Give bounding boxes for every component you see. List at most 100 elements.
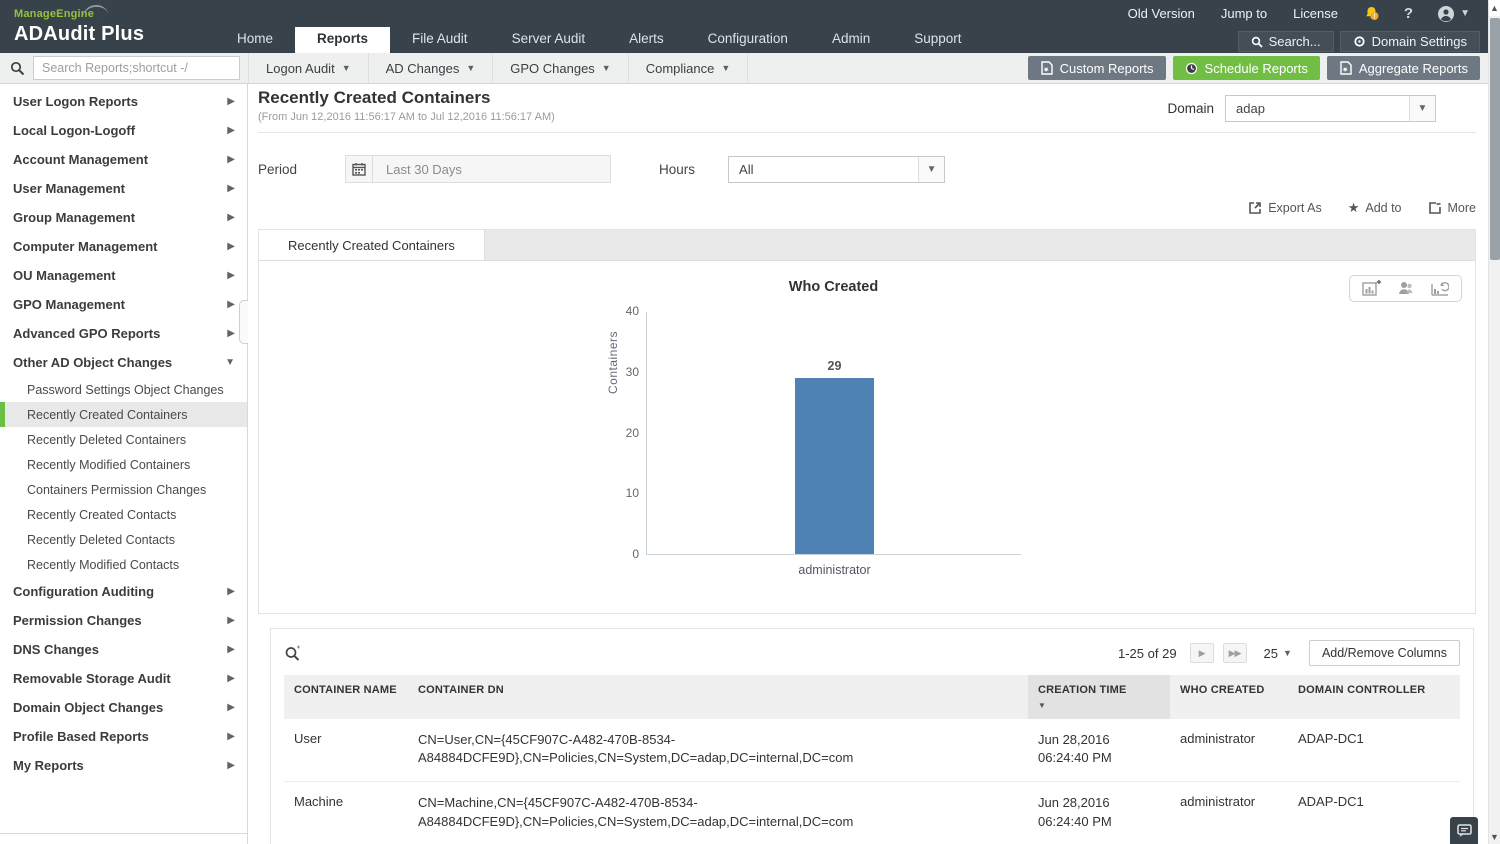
domain-settings-button[interactable]: Domain Settings (1339, 31, 1480, 52)
schedule-reports-button[interactable]: Schedule Reports (1172, 56, 1320, 80)
report-search-area (0, 56, 248, 80)
results-table: CONTAINER NAME CONTAINER DN CREATION TIME ▼… (284, 675, 1460, 844)
sidebar-item-label: User Logon Reports (13, 94, 138, 109)
menu-label: Compliance (645, 60, 715, 76)
sidebar-item-dns-changes[interactable]: DNS Changes ▶ (0, 635, 247, 664)
sidebar-item-profile-based-reports[interactable]: Profile Based Reports ▶ (0, 722, 247, 751)
chevron-right-icon: ▶ (227, 96, 235, 107)
chevron-right-icon: ▶ (227, 615, 235, 626)
sidebar-item-ou-management[interactable]: OU Management ▶ (0, 261, 247, 290)
table-row: User CN=User,CN={45CF907C-A482-470B-8534-… (284, 719, 1460, 783)
add-remove-columns-button[interactable]: Add/Remove Columns (1308, 640, 1460, 666)
top-link-jump-to[interactable]: Jump to (1208, 6, 1280, 21)
chevron-right-icon: ▶ (227, 673, 235, 684)
nav-tab-server-audit[interactable]: Server Audit (490, 27, 608, 53)
domain-selector-group: Domain adap ▼ (1167, 95, 1436, 122)
nav-tab-support[interactable]: Support (892, 27, 983, 53)
refresh-chart-icon[interactable] (1431, 280, 1449, 297)
top-links: Old Version Jump to License (1115, 6, 1351, 21)
sidebar-item-containers-permission-changes[interactable]: Containers Permission Changes (0, 477, 247, 502)
hours-select[interactable]: All ▼ (728, 155, 946, 183)
menu-gpo-changes[interactable]: GPO Changes ▼ (493, 53, 629, 83)
sidebar-item-gpo-management[interactable]: GPO Management ▶ (0, 290, 247, 319)
sidebar-item-label: Local Logon-Logoff (13, 123, 136, 138)
sidebar-item-recently-modified-containers[interactable]: Recently Modified Containers (0, 452, 247, 477)
notifications-bell-icon[interactable]: ! (1351, 5, 1392, 22)
sidebar-item-domain-object-changes[interactable]: Domain Object Changes ▶ (0, 693, 247, 722)
aggregate-reports-button[interactable]: Aggregate Reports (1326, 56, 1480, 80)
nav-tab-admin[interactable]: Admin (810, 27, 892, 53)
menu-label: AD Changes (385, 60, 460, 76)
chevron-right-icon: ▶ (227, 270, 235, 281)
more-button[interactable]: More (1428, 201, 1476, 215)
chart-plot-area: 0 10 20 30 40 29 administrator (626, 304, 1021, 577)
sidebar-item-permission-changes[interactable]: Permission Changes ▶ (0, 606, 247, 635)
gear-icon (1354, 36, 1365, 47)
tab-recently-created-containers[interactable]: Recently Created Containers (259, 230, 485, 260)
sidebar-item-configuration-auditing[interactable]: Configuration Auditing ▶ (0, 577, 247, 606)
period-field[interactable]: Last 30 Days (345, 155, 612, 183)
sort-descending-icon: ▼ (1038, 701, 1047, 710)
help-icon[interactable]: ? (1392, 5, 1425, 22)
bar-administrator[interactable] (795, 378, 874, 554)
sidebar-item-label: Recently Created Contacts (27, 507, 177, 522)
report-search-input[interactable] (33, 56, 240, 80)
sidebar-item-computer-management[interactable]: Computer Management ▶ (0, 232, 247, 261)
chevron-down-icon: ▼ (918, 156, 945, 182)
table-search-icon[interactable] (284, 645, 301, 662)
top-link-license[interactable]: License (1280, 6, 1351, 21)
sidebar-item-account-management[interactable]: Account Management ▶ (0, 145, 247, 174)
chevron-right-icon: ▶ (227, 644, 235, 655)
sidebar-item-recently-created-containers[interactable]: Recently Created Containers (0, 402, 247, 427)
summary-by-user-icon[interactable] (1397, 280, 1415, 297)
menu-compliance[interactable]: Compliance ▼ (629, 53, 749, 83)
sidebar-item-recently-deleted-contacts[interactable]: Recently Deleted Contacts (0, 527, 247, 552)
page-scrollbar[interactable]: ▲ ▼ (1488, 0, 1500, 844)
domain-select[interactable]: adap ▼ (1225, 95, 1436, 122)
feedback-chat-button[interactable] (1450, 817, 1478, 844)
sidebar-item-other-ad-object-changes[interactable]: Other AD Object Changes ▼ (0, 348, 247, 377)
custom-reports-button[interactable]: Custom Reports (1027, 56, 1166, 80)
menu-logon-audit[interactable]: Logon Audit ▼ (248, 53, 369, 83)
sidebar-item-user-management[interactable]: User Management ▶ (0, 174, 247, 203)
sidebar-item-user-logon-reports[interactable]: User Logon Reports ▶ (0, 87, 247, 116)
sidebar-item-advanced-gpo-reports[interactable]: Advanced GPO Reports ▶ (0, 319, 247, 348)
chart-type-icon[interactable] (1362, 280, 1381, 297)
export-as-button[interactable]: Export As (1248, 201, 1322, 215)
scroll-up-arrow[interactable]: ▲ (1489, 0, 1500, 16)
add-to-button[interactable]: ★ Add to (1348, 200, 1402, 216)
sidebar-item-local-logon-logoff[interactable]: Local Logon-Logoff ▶ (0, 116, 247, 145)
cell-dn: CN=Machine,CN={45CF907C-A482-470B-8534-A… (408, 781, 1028, 844)
sidebar-item-label: Containers Permission Changes (27, 482, 207, 497)
sidebar-item-recently-created-contacts[interactable]: Recently Created Contacts (0, 502, 247, 527)
sidebar-item-label: Configuration Auditing (13, 584, 155, 599)
chevron-down-icon: ▼ (601, 63, 611, 73)
page-size-select[interactable]: 25 ▼ (1264, 646, 1292, 661)
last-page-button[interactable]: ▶▶ (1222, 643, 1247, 663)
nav-tab-file-audit[interactable]: File Audit (390, 27, 490, 53)
sidebar-item-my-reports[interactable]: My Reports ▶ (0, 751, 247, 780)
scrollbar-thumb[interactable] (1490, 18, 1500, 260)
user-account-menu[interactable]: ▼ (1425, 5, 1482, 23)
chevron-right-icon: ▶ (227, 154, 235, 165)
scroll-down-arrow[interactable]: ▼ (1489, 832, 1500, 842)
sidebar-item-label: Recently Created Containers (27, 407, 188, 422)
nav-tab-configuration[interactable]: Configuration (686, 27, 810, 53)
chevron-right-icon: ▶ (227, 125, 235, 136)
column-header-creation-time[interactable]: CREATION TIME ▼ (1028, 675, 1170, 719)
next-page-button[interactable]: ▶ (1189, 643, 1214, 663)
sidebar-collapse-handle[interactable] (239, 300, 248, 344)
sidebar-item-password-settings-object-changes[interactable]: Password Settings Object Changes (0, 377, 247, 402)
sidebar-item-group-management[interactable]: Group Management ▶ (0, 203, 247, 232)
table-row: Machine CN=Machine,CN={45CF907C-A482-470B… (284, 781, 1460, 844)
nav-tab-alerts[interactable]: Alerts (607, 27, 686, 53)
column-label: WHO CREATED (1180, 684, 1265, 696)
top-link-old-version[interactable]: Old Version (1115, 6, 1208, 21)
sidebar-item-recently-modified-contacts[interactable]: Recently Modified Contacts (0, 552, 247, 577)
menu-ad-changes[interactable]: AD Changes ▼ (369, 53, 494, 83)
nav-tab-reports[interactable]: Reports (295, 27, 391, 53)
sidebar-item-removable-storage-audit[interactable]: Removable Storage Audit ▶ (0, 664, 247, 693)
global-search-button[interactable]: Search... (1237, 31, 1334, 52)
calendar-icon[interactable] (346, 156, 374, 182)
sidebar-item-recently-deleted-containers[interactable]: Recently Deleted Containers (0, 427, 247, 452)
